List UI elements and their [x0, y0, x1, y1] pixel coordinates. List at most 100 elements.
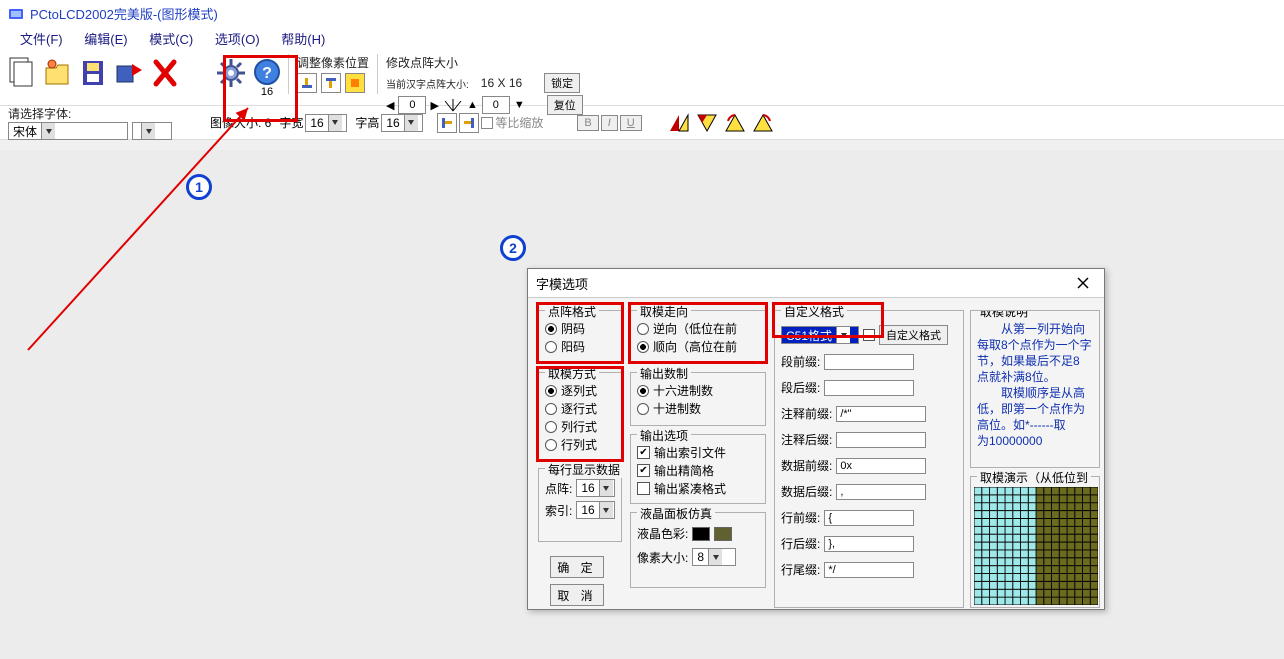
px-btn-5[interactable] — [459, 113, 479, 133]
close-icon — [1077, 277, 1089, 289]
toolbar-row2: 请选择字体: 宋体 图像大小: 6 字宽 16 字高 16 等比缩放 B I U — [0, 106, 1284, 140]
scale-checkbox[interactable] — [481, 117, 493, 129]
line-suf-input[interactable] — [824, 536, 914, 552]
radio-forward[interactable]: 顺向（高位在前 — [637, 338, 759, 355]
radio-row-col[interactable]: 行列式 — [545, 436, 615, 453]
line-end-label: 行尾缀: — [781, 561, 820, 578]
italic-button[interactable]: I — [601, 115, 618, 131]
help-line1: 从第一列开始向 — [977, 321, 1097, 337]
lcd-swatch-bg[interactable] — [714, 527, 732, 541]
lcd-color-label: 液晶色彩: — [637, 525, 688, 542]
row-matrix-select[interactable]: 16 — [576, 479, 615, 497]
group-per-row: 每行显示数据 点阵: 16 索引: 16 — [538, 468, 622, 542]
data-pre-input[interactable] — [836, 458, 926, 474]
format-combo[interactable]: C51格式 — [781, 326, 859, 344]
help-line4: 点就补满8位。 — [977, 369, 1097, 385]
ok-button[interactable]: 确 定 — [550, 556, 604, 578]
radio-negative[interactable]: 阴码 — [545, 320, 615, 337]
toolbar: ? 16 调整像素位置 修改点阵大小 当前汉字点阵大小: 16 X 16 锁定 … — [0, 52, 1284, 106]
radio-col-by-col[interactable]: 逐列式 — [545, 382, 615, 399]
group-radix-title: 输出数制 — [637, 365, 691, 382]
export-icon[interactable] — [112, 54, 146, 92]
menu-help[interactable]: 帮助(H) — [281, 29, 325, 48]
char-height-select[interactable]: 16 — [381, 114, 423, 132]
delete-icon[interactable] — [148, 54, 182, 92]
menu-file[interactable]: 文件(F) — [20, 29, 63, 48]
px-btn-3[interactable] — [345, 73, 365, 93]
group-radix: 输出数制 十六进制数 十进制数 — [630, 372, 766, 426]
lock-button[interactable]: 锁定 — [544, 73, 580, 93]
cmt-suf-label: 注释后缀: — [781, 431, 832, 448]
group-help: 取模说明 从第一列开始向 每取8个点作为一个字 节，如果最后不足8 点就补满8位… — [970, 310, 1100, 468]
help-line6: 低，即第一个点作为 — [977, 401, 1097, 417]
help-icon[interactable]: ? 16 — [250, 54, 284, 102]
row-index-select[interactable]: 16 — [576, 501, 615, 519]
spin-height[interactable]: 0 — [482, 96, 510, 114]
group-help-title: 取模说明 — [977, 310, 1031, 320]
chk-index[interactable]: 输出索引文件 — [637, 444, 759, 461]
data-suf-input[interactable] — [836, 484, 926, 500]
radio-col-row[interactable]: 列行式 — [545, 418, 615, 435]
reset-button[interactable]: 复位 — [547, 95, 583, 115]
seg-pre-input[interactable] — [824, 354, 914, 370]
save-file-icon[interactable] — [76, 54, 110, 92]
group-custom-format-title: 自定义格式 — [781, 303, 847, 320]
scale-label: 等比缩放 — [495, 114, 543, 131]
line-pre-label: 行前缀: — [781, 509, 820, 526]
bold-button[interactable]: B — [577, 115, 598, 131]
group-out-opts-title: 输出选项 — [637, 427, 691, 444]
dialog-title: 字模选项 — [536, 274, 588, 293]
group-scan-dir: 取模走向 逆向（低位在前 顺向（高位在前 — [630, 310, 766, 364]
radio-row-by-row[interactable]: 逐行式 — [545, 400, 615, 417]
menu-mode[interactable]: 模式(C) — [149, 29, 193, 48]
custom-format-button[interactable]: 自定义格式 — [879, 325, 948, 345]
data-suf-label: 数据后缀: — [781, 483, 832, 500]
lcd-pixel-select[interactable]: 8 — [692, 548, 736, 566]
help-icon-label: 16 — [261, 86, 273, 98]
matrix-size: 16 X 16 — [481, 76, 522, 90]
format-combo-check[interactable] — [863, 329, 875, 341]
cmt-suf-input[interactable] — [836, 432, 926, 448]
flip-h-icon[interactable] — [666, 111, 692, 135]
chk-compact[interactable]: 输出精简格 — [637, 462, 759, 479]
cmt-pre-input[interactable] — [836, 406, 926, 422]
char-width-select[interactable]: 16 — [305, 114, 347, 132]
radio-hex[interactable]: 十六进制数 — [637, 382, 759, 399]
char-width-value: 16 — [310, 116, 323, 130]
group-lcd-sim: 液晶面板仿真 液晶色彩: 像素大小: 8 — [630, 512, 766, 588]
group-matrix-format: 点阵格式 阴码 阳码 — [538, 310, 622, 364]
px-btn-4[interactable] — [437, 113, 457, 133]
lcd-swatch-fg[interactable] — [692, 527, 710, 541]
help-line8: 为10000000 — [977, 433, 1097, 449]
window-title: PCtoLCD2002完美版-(图形模式) — [30, 4, 218, 23]
line-end-input[interactable] — [824, 562, 914, 578]
line-pre-input[interactable] — [824, 510, 914, 526]
open-file-icon[interactable] — [40, 54, 74, 92]
radio-reverse[interactable]: 逆向（低位在前 — [637, 320, 759, 337]
underline-button[interactable]: U — [620, 115, 642, 131]
modify-matrix-label: 修改点阵大小 — [386, 54, 458, 71]
menu-options[interactable]: 选项(O) — [215, 29, 260, 48]
group-matrix-format-title: 点阵格式 — [545, 303, 599, 320]
font-select[interactable]: 宋体 — [8, 122, 128, 140]
radio-dec[interactable]: 十进制数 — [637, 400, 759, 417]
spin-width[interactable]: 0 — [398, 96, 426, 114]
new-file-icon[interactable] — [4, 54, 38, 92]
px-btn-2[interactable] — [321, 73, 341, 93]
cancel-button[interactable]: 取 消 — [550, 584, 604, 606]
rotate-left-icon[interactable] — [722, 111, 748, 135]
dialog-close-button[interactable] — [1070, 273, 1096, 293]
chk-tight[interactable]: 输出紧凑格式 — [637, 480, 759, 497]
char-height-value: 16 — [386, 116, 399, 130]
settings-gear-icon[interactable] — [214, 54, 248, 92]
radio-positive[interactable]: 阳码 — [545, 338, 615, 355]
font-size-select[interactable] — [132, 122, 172, 140]
group-demo: 取模演示（从低位到 — [970, 476, 1100, 608]
flip-v-icon[interactable] — [694, 111, 720, 135]
rotate-right-icon[interactable] — [750, 111, 776, 135]
group-custom-format: 自定义格式 C51格式 自定义格式 段前缀: 段后缀: 注释前缀: 注释后缀: … — [774, 310, 964, 608]
menu-edit[interactable]: 编辑(E) — [84, 29, 127, 48]
font-options-dialog: 字模选项 点阵格式 阴码 阳码 取模方式 逐列式 逐行式 列行式 行列式 每行显… — [527, 268, 1105, 610]
seg-suf-input[interactable] — [824, 380, 914, 396]
px-btn-1[interactable] — [297, 73, 317, 93]
